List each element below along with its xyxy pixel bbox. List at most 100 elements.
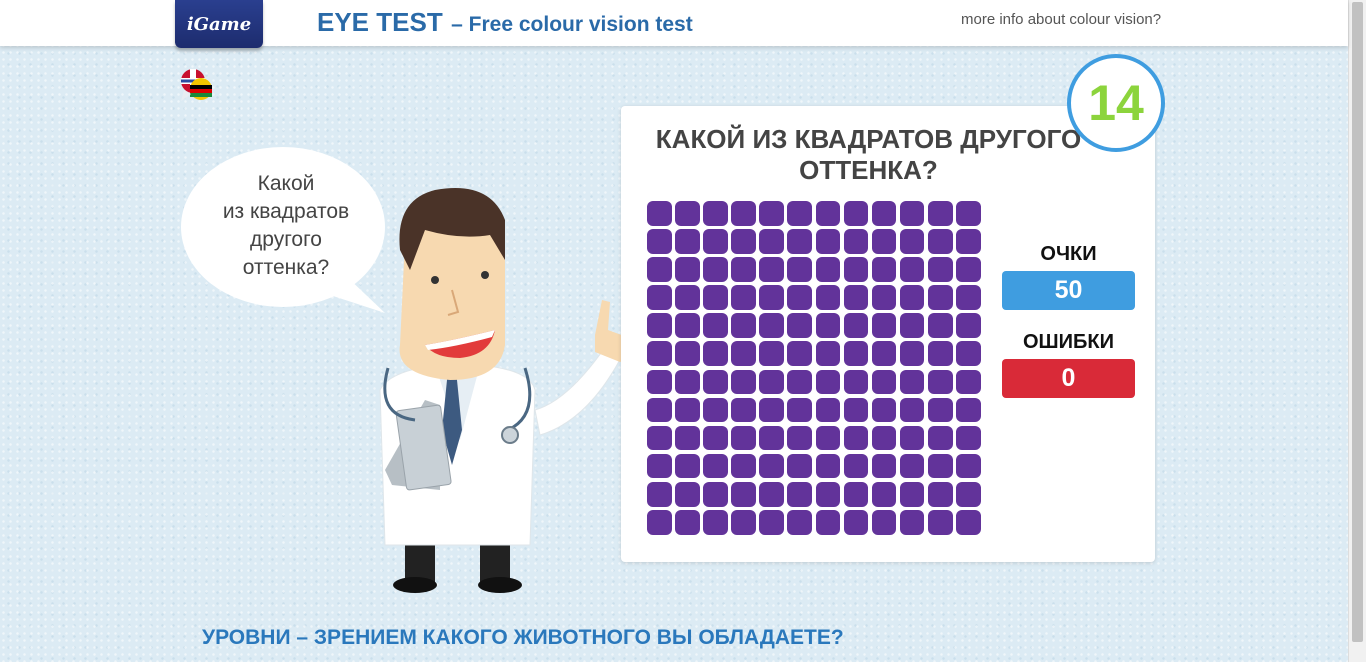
color-tile[interactable]	[815, 369, 841, 395]
color-tile[interactable]	[759, 369, 784, 395]
color-tile[interactable]	[731, 397, 756, 423]
color-tile[interactable]	[956, 229, 981, 254]
scrollbar[interactable]	[1348, 0, 1366, 662]
color-tile[interactable]	[815, 481, 841, 507]
color-tile[interactable]	[899, 313, 925, 338]
color-tile[interactable]	[675, 285, 700, 310]
color-tile[interactable]	[899, 229, 925, 254]
color-tile[interactable]	[647, 257, 672, 282]
color-tile[interactable]	[927, 425, 953, 451]
color-tile[interactable]	[787, 257, 813, 282]
color-tile[interactable]	[927, 369, 953, 395]
color-tile[interactable]	[871, 453, 897, 479]
language-flags-icon[interactable]	[180, 68, 216, 102]
color-tile[interactable]	[787, 425, 813, 451]
color-tile[interactable]	[956, 425, 981, 451]
color-tile[interactable]	[815, 341, 841, 367]
color-tile[interactable]	[675, 313, 700, 338]
color-tile[interactable]	[703, 453, 728, 479]
color-tile[interactable]	[843, 510, 869, 535]
color-tile[interactable]	[871, 369, 897, 395]
color-tile[interactable]	[759, 481, 784, 507]
color-tile[interactable]	[647, 481, 672, 507]
color-tile[interactable]	[956, 369, 981, 395]
igame-logo[interactable]: iGame	[175, 0, 263, 48]
color-tile[interactable]	[731, 341, 756, 367]
color-tile[interactable]	[787, 341, 813, 367]
color-tile[interactable]	[843, 397, 869, 423]
color-tile[interactable]	[759, 285, 784, 310]
color-tile[interactable]	[815, 510, 841, 535]
color-tile[interactable]	[843, 257, 869, 282]
color-tile[interactable]	[871, 510, 897, 535]
color-tile[interactable]	[647, 313, 672, 338]
color-tile[interactable]	[731, 229, 756, 254]
more-info-link[interactable]: more info about colour vision?	[961, 11, 1161, 28]
color-tile[interactable]	[956, 257, 981, 282]
color-tile[interactable]	[759, 453, 784, 479]
color-tile[interactable]	[927, 341, 953, 367]
color-tile[interactable]	[647, 425, 672, 451]
color-tile[interactable]	[871, 341, 897, 367]
color-tile[interactable]	[703, 313, 728, 338]
color-tile[interactable]	[703, 257, 728, 282]
color-tile[interactable]	[759, 257, 784, 282]
color-tile[interactable]	[956, 313, 981, 338]
color-tile[interactable]	[759, 341, 784, 367]
color-tile[interactable]	[675, 201, 700, 226]
color-tile[interactable]	[759, 510, 784, 535]
color-tile[interactable]	[731, 425, 756, 451]
color-tile[interactable]	[703, 285, 728, 310]
color-tile[interactable]	[787, 481, 813, 507]
color-tile[interactable]	[927, 285, 953, 310]
color-tile[interactable]	[675, 453, 700, 479]
scrollbar-thumb[interactable]	[1352, 2, 1363, 642]
color-tile[interactable]	[787, 285, 813, 310]
color-tile[interactable]	[787, 229, 813, 254]
color-tile[interactable]	[675, 425, 700, 451]
color-tile[interactable]	[956, 285, 981, 310]
color-tile[interactable]	[843, 201, 869, 226]
color-tile[interactable]	[899, 453, 925, 479]
color-tile[interactable]	[871, 397, 897, 423]
color-tile[interactable]	[703, 229, 728, 254]
color-tile[interactable]	[843, 341, 869, 367]
color-tile[interactable]	[815, 313, 841, 338]
color-tile[interactable]	[927, 510, 953, 535]
color-tile[interactable]	[731, 201, 756, 226]
color-tile[interactable]	[647, 285, 672, 310]
color-tile[interactable]	[815, 453, 841, 479]
color-tile[interactable]	[871, 201, 897, 226]
color-tile[interactable]	[815, 257, 841, 282]
color-tile[interactable]	[927, 481, 953, 507]
color-tile[interactable]	[703, 481, 728, 507]
color-tile[interactable]	[647, 201, 672, 226]
color-tile[interactable]	[815, 229, 841, 254]
color-tile[interactable]	[675, 229, 700, 254]
color-tile[interactable]	[647, 229, 672, 254]
color-tile[interactable]	[787, 313, 813, 338]
color-tile[interactable]	[843, 453, 869, 479]
color-tile[interactable]	[675, 510, 700, 535]
color-tile[interactable]	[731, 313, 756, 338]
color-tile[interactable]	[731, 481, 756, 507]
color-tile[interactable]	[956, 510, 981, 535]
color-tile[interactable]	[815, 285, 841, 310]
color-tile[interactable]	[871, 481, 897, 507]
color-tile[interactable]	[956, 341, 981, 367]
color-tile[interactable]	[731, 285, 756, 310]
color-tile[interactable]	[675, 397, 700, 423]
color-tile[interactable]	[675, 481, 700, 507]
color-tile[interactable]	[927, 453, 953, 479]
color-tile[interactable]	[675, 257, 700, 282]
color-tile[interactable]	[703, 510, 728, 535]
color-tile[interactable]	[759, 397, 784, 423]
color-tile[interactable]	[927, 397, 953, 423]
color-tile[interactable]	[759, 313, 784, 338]
color-tile[interactable]	[871, 257, 897, 282]
color-tile[interactable]	[899, 341, 925, 367]
color-tile[interactable]	[843, 285, 869, 310]
color-tile[interactable]	[956, 201, 981, 226]
color-tile[interactable]	[759, 425, 784, 451]
color-tile[interactable]	[956, 453, 981, 479]
